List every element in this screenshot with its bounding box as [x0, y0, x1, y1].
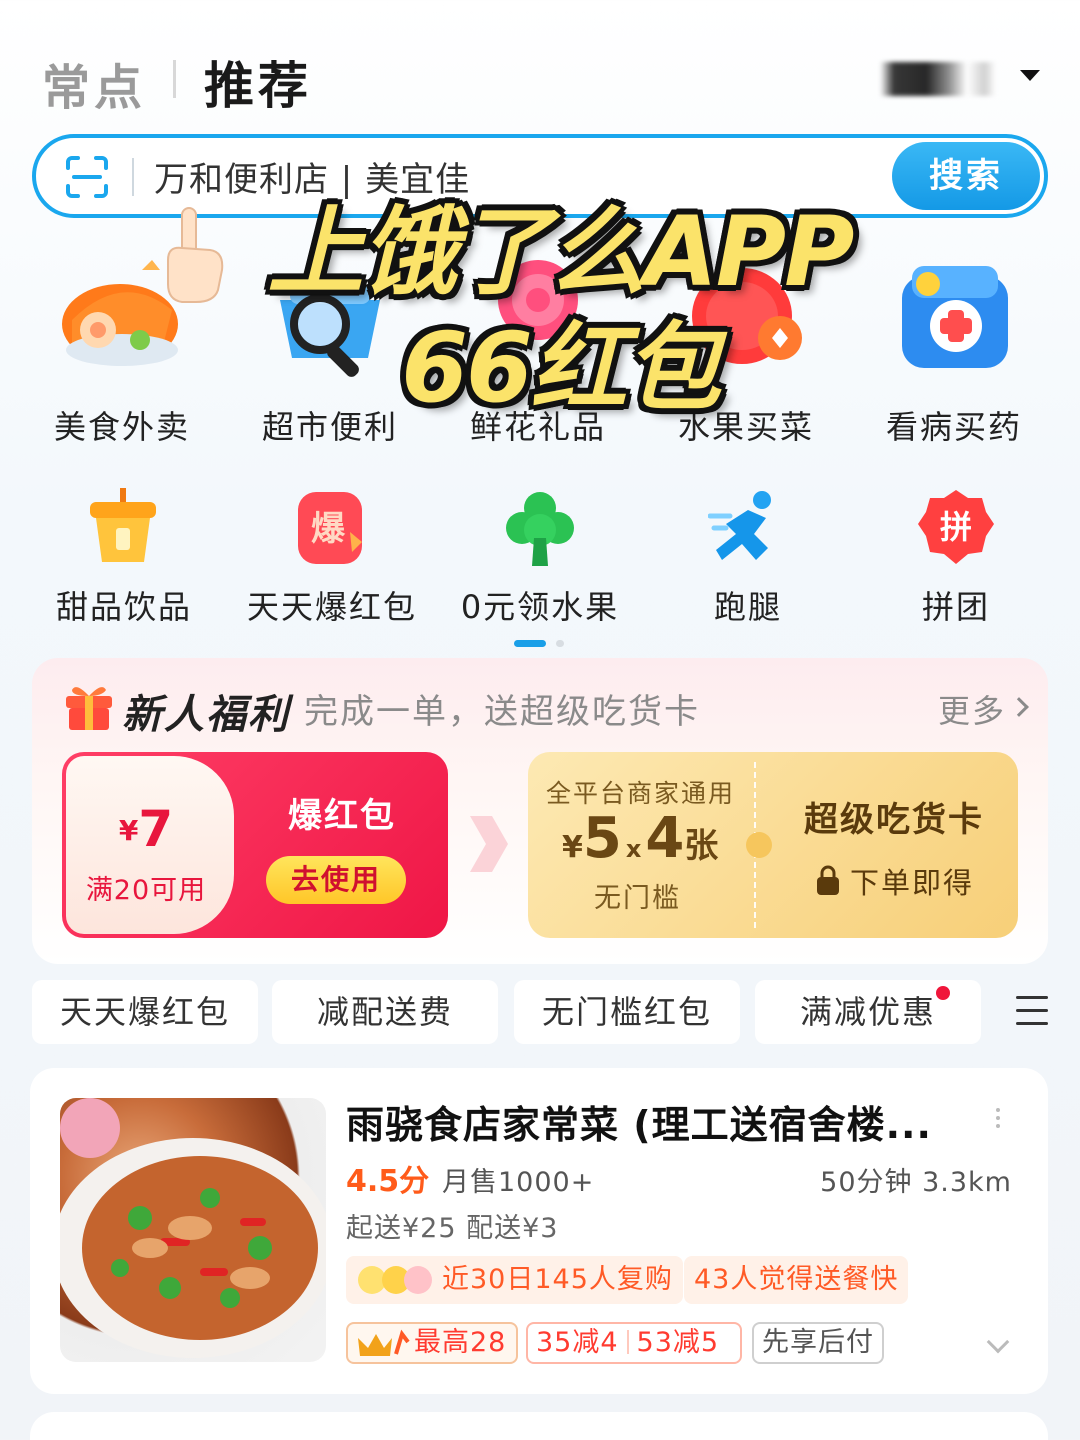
drink-cup-icon	[84, 488, 164, 568]
filter-chip[interactable]: 减配送费	[272, 980, 498, 1044]
avatar-stack-icon	[358, 1266, 432, 1294]
filter-chip[interactable]: 无门槛红包	[514, 980, 740, 1044]
arrow-right-icon	[470, 816, 508, 872]
repurchase-tag: 近30日145人复购	[346, 1256, 683, 1304]
shop-card[interactable]: 雨骁食店家常菜 (理工送宿舍楼... 4.5分 月售1000+ 50分钟 3.3…	[30, 1068, 1048, 1394]
search-input[interactable]: 万和便利店 | 美宜佳	[154, 152, 470, 201]
page-indicator	[514, 640, 574, 648]
fast-delivery-tag: 43人觉得送餐快	[684, 1256, 909, 1304]
search-button[interactable]: 搜索	[892, 142, 1040, 210]
svg-text:爆: 爆	[311, 509, 346, 549]
category-free-fruit[interactable]: 0元领水果	[430, 488, 650, 628]
no-threshold-label: 无门槛	[594, 883, 681, 914]
shop-monthly-sales: 月售1000+	[442, 1167, 595, 1198]
runner-icon	[707, 488, 788, 568]
gift-icon	[66, 687, 112, 730]
super-foodie-card[interactable]: 全平台商家通用 ¥5 x4张 无门槛 超级吃货卡 下单即得	[528, 752, 1018, 938]
crown-icon	[358, 1329, 410, 1356]
menu-icon[interactable]	[1016, 996, 1048, 1028]
coupon-value-panel: ¥7 满20可用	[66, 756, 234, 934]
overlay-line-2: 66红包	[401, 312, 721, 424]
pay-later-tag: 先享后付	[752, 1322, 884, 1364]
category-label: 甜品饮品	[55, 588, 192, 626]
use-coupon-button[interactable]: 去使用	[266, 856, 406, 904]
foodie-card-title: 超级吃货卡	[804, 800, 984, 840]
bao-badge-icon: 爆	[292, 488, 372, 568]
filter-chip[interactable]: 天天爆红包	[32, 980, 258, 1044]
card-notch	[746, 832, 772, 858]
red-packet-coupon[interactable]: ¥7 满20可用 爆红包 去使用	[62, 752, 448, 938]
order-to-get-label: 下单即得	[850, 866, 975, 900]
foodie-card-scope: 全平台商家通用	[546, 779, 736, 808]
category-label: 天天爆红包	[246, 588, 417, 626]
tab-divider	[173, 60, 176, 98]
shop-rating: 4.5分	[346, 1164, 430, 1199]
notification-dot	[936, 986, 950, 1000]
promo-overlay-headline: 上饿了么APP 66红包	[250, 196, 870, 424]
next-shop-card	[30, 1412, 1048, 1440]
shop-time-distance: 50分钟 3.3km	[820, 1167, 1012, 1198]
caret-down-icon[interactable]	[1020, 70, 1040, 81]
page-dot-active	[514, 640, 546, 647]
top-header: 常点 推荐	[0, 40, 1080, 120]
foodie-card-value: 全平台商家通用 ¥5 x4张 无门槛	[528, 752, 758, 938]
chevron-down-icon[interactable]	[986, 1330, 1010, 1354]
location-selector[interactable]	[880, 56, 1000, 102]
category-label: 拼团	[921, 588, 990, 626]
repurchase-text: 近30日145人复购	[442, 1264, 673, 1295]
category-group-buy[interactable]: 拼 拼团	[846, 488, 1066, 628]
coupon-amount: ¥7	[118, 800, 174, 858]
chevron-right-icon[interactable]	[1009, 697, 1029, 717]
category-label: 0元领水果	[460, 588, 620, 626]
pin-badge-icon: 拼	[916, 488, 996, 568]
category-row-2: 甜品饮品 爆 天天爆红包 0元领水果 跑腿 拼 拼团	[0, 488, 1080, 628]
location-text-redacted	[880, 62, 996, 96]
shop-name[interactable]: 雨骁食店家常菜 (理工送宿舍楼...	[346, 1094, 932, 1149]
pointing-hand-icon	[167, 207, 224, 303]
svg-text:拼: 拼	[940, 508, 972, 546]
category-errands[interactable]: 跑腿	[638, 488, 858, 628]
coupon-condition: 满20可用	[85, 875, 207, 906]
tab-changdian[interactable]: 常点	[42, 48, 146, 118]
category-desserts[interactable]: 甜品饮品	[14, 488, 234, 628]
foodie-card-amount: ¥5 x4张	[562, 806, 719, 871]
shop-dish-image	[60, 1098, 326, 1362]
max-discount-tag: 最高28	[346, 1322, 518, 1364]
more-options-icon[interactable]	[996, 1108, 1002, 1132]
overlay-line-1: 上饿了么APP	[267, 196, 854, 308]
newcomer-title: 新人福利	[122, 692, 290, 738]
search-separator	[132, 158, 134, 196]
scan-icon[interactable]	[64, 154, 110, 200]
category-label: 看病买药	[885, 408, 1022, 446]
newcomer-subtitle: 完成一单，送超级吃货卡	[304, 692, 700, 732]
coupon-name: 爆红包	[288, 796, 396, 836]
page-dot	[556, 640, 564, 647]
more-link[interactable]: 更多	[938, 686, 1006, 732]
newcomer-benefits-card: 新人福利 完成一单，送超级吃货卡 更多 ¥7 满20可用 爆红包 去使用 全平台…	[32, 658, 1048, 964]
lock-icon	[817, 865, 839, 895]
category-label: 跑腿	[713, 588, 782, 626]
category-label: 美食外卖	[53, 408, 190, 446]
category-daily-red-packet[interactable]: 爆 天天爆红包	[222, 488, 442, 628]
medicine-kit-icon	[884, 240, 1024, 380]
tab-tuijian[interactable]: 推荐	[204, 46, 312, 118]
shop-min-delivery: 起送¥25 配送¥3	[346, 1213, 559, 1244]
filter-bar: 天天爆红包 减配送费 无门槛红包 满减优惠	[0, 980, 1080, 1046]
tree-icon	[500, 488, 580, 568]
discount-tag: 35减4 53减5	[526, 1322, 742, 1364]
category-medicine[interactable]: 看病买药	[854, 240, 1054, 448]
